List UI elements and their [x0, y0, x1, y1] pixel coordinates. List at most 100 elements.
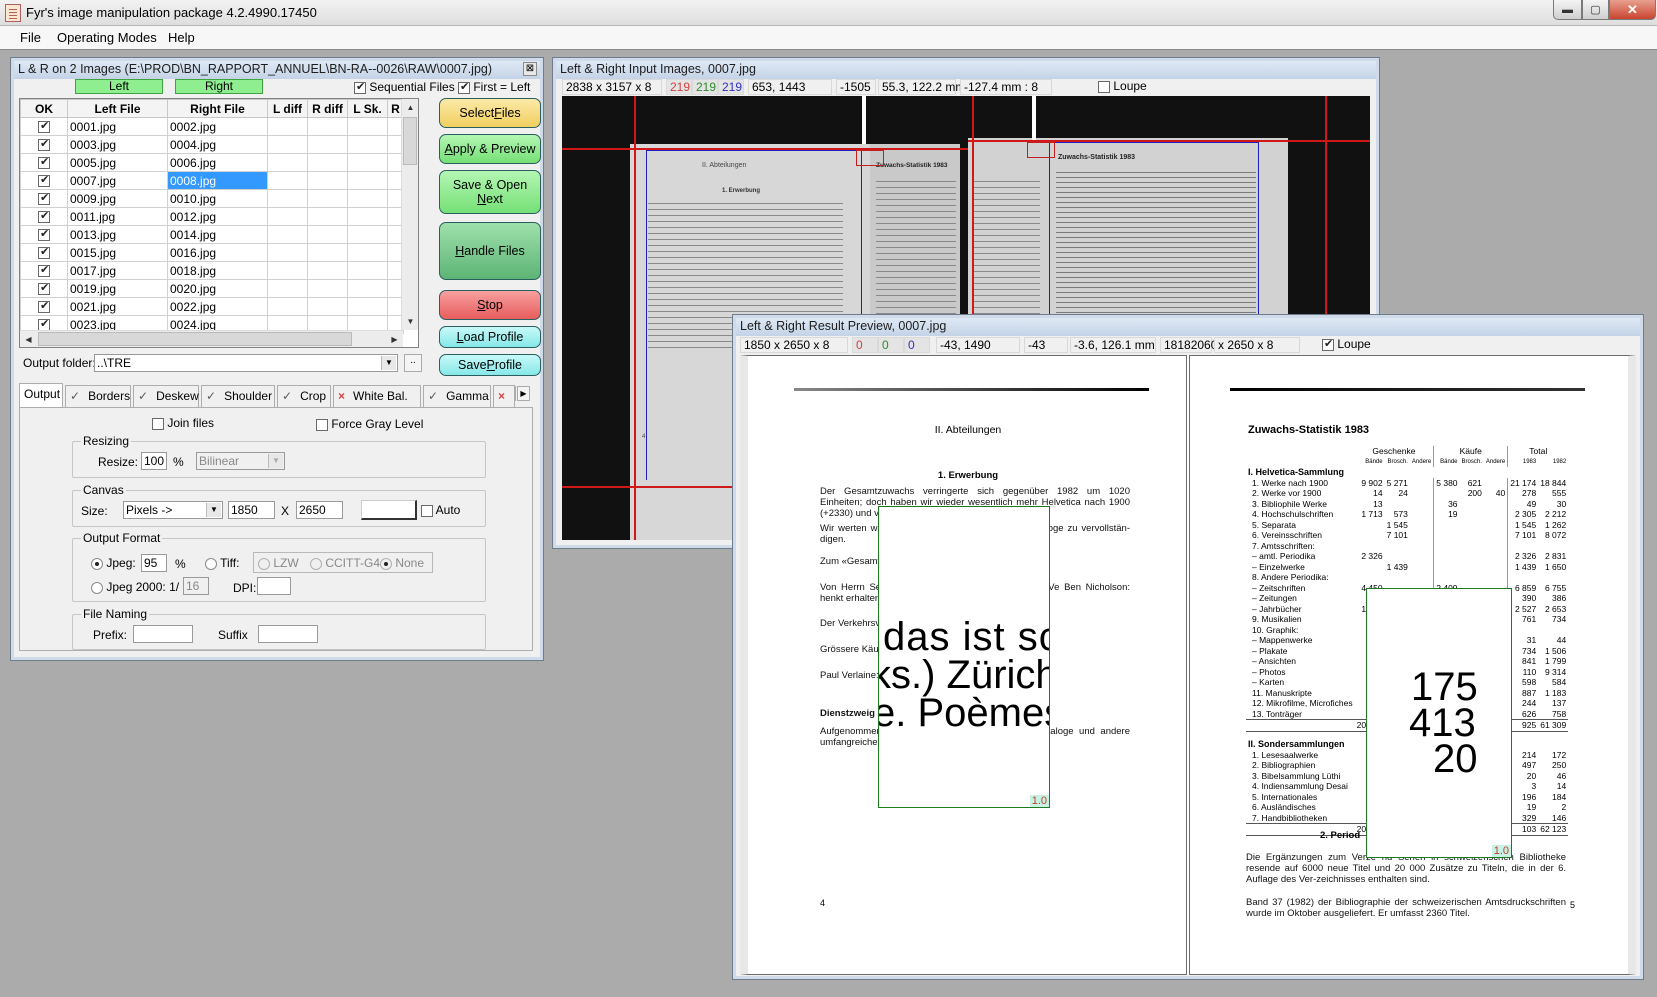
tab-gamma[interactable]: ✓ Gamma	[423, 385, 491, 407]
tiff-lzw-radio[interactable]: LZW	[258, 556, 299, 570]
load-profile-button[interactable]: Load Profile	[439, 326, 541, 348]
ok-cell[interactable]	[20, 171, 68, 190]
col-r-diff[interactable]: R diff	[307, 99, 348, 118]
ok-checkbox[interactable]	[38, 299, 50, 314]
table-row[interactable]: 0007.jpg0008.jpg	[20, 171, 404, 190]
result-loupe-checkbox[interactable]: Loupe	[1322, 337, 1371, 351]
l-diff-cell[interactable]	[267, 153, 308, 172]
l-skew-cell[interactable]	[347, 261, 388, 280]
input-loupe-check[interactable]	[1098, 80, 1110, 93]
l-diff-cell[interactable]	[267, 189, 308, 208]
right-file-cell[interactable]: 0014.jpg	[167, 225, 268, 244]
jpeg-quality-input[interactable]: 95	[141, 554, 167, 572]
canvas-auto-check[interactable]	[421, 504, 433, 517]
handle-files-button[interactable]: Handle Files	[439, 222, 541, 280]
tiff-lzw-dot[interactable]	[258, 557, 270, 570]
jpeg-radio[interactable]: Jpeg:	[91, 556, 136, 570]
l-diff-cell[interactable]	[267, 279, 308, 298]
select-files-button[interactable]: Select Files	[439, 98, 541, 128]
right-file-cell[interactable]: 0018.jpg	[167, 261, 268, 280]
l-diff-cell[interactable]	[267, 207, 308, 226]
left-file-cell[interactable]: 0021.jpg	[67, 297, 168, 316]
right-file-cell[interactable]: 0012.jpg	[167, 207, 268, 226]
resize-method-combo[interactable]: Bilinear ▼	[196, 452, 285, 470]
result-image-canvas[interactable]: II. Abteilungen 1. Erwerbung Der Gesamtz…	[740, 355, 1636, 975]
tiff-none-radio[interactable]: None	[380, 556, 424, 570]
input-loupe-checkbox[interactable]: Loupe	[1098, 79, 1147, 93]
right-file-cell[interactable]: 0002.jpg	[167, 117, 268, 136]
tiff-radio[interactable]: Tiff:	[205, 556, 239, 570]
resize-input[interactable]: 100	[141, 452, 167, 470]
jpeg2000-ratio-input[interactable]: 16	[183, 577, 209, 595]
tiff-none-dot[interactable]	[380, 557, 392, 570]
right-file-cell[interactable]: 0020.jpg	[167, 279, 268, 298]
grid-horizontal-scrollbar[interactable]: ◀ ▶	[20, 330, 403, 347]
ok-cell[interactable]	[20, 207, 68, 226]
l-skew-cell[interactable]	[347, 135, 388, 154]
table-row[interactable]: 0011.jpg0012.jpg	[20, 207, 404, 226]
result-loupe-check[interactable]	[1322, 337, 1334, 351]
panel-close-button[interactable]: ⊠	[523, 62, 537, 76]
first-left-check[interactable]	[458, 80, 470, 94]
dpi-input[interactable]	[257, 577, 291, 595]
l-diff-cell[interactable]	[267, 225, 308, 244]
l-diff-cell[interactable]	[267, 171, 308, 190]
scroll-left-icon[interactable]: ◀	[20, 331, 37, 347]
ok-checkbox[interactable]	[38, 155, 50, 170]
left-loupe[interactable]: das ist sc ks.) Zürich 1 e. Poèmes. 1.0	[878, 506, 1050, 808]
tab-white-bal[interactable]: × White Bal.	[333, 385, 421, 407]
left-file-cell[interactable]: 0011.jpg	[67, 207, 168, 226]
left-file-cell[interactable]: 0013.jpg	[67, 225, 168, 244]
table-row[interactable]: 0001.jpg0002.jpg	[20, 117, 404, 136]
menu-operating-modes[interactable]: Operating Modes	[57, 30, 157, 45]
right-file-cell[interactable]: 0010.jpg	[167, 189, 268, 208]
r-diff-cell[interactable]	[307, 153, 348, 172]
join-files-check[interactable]	[152, 417, 164, 430]
left-file-cell[interactable]: 0007.jpg	[67, 171, 168, 190]
left-file-cell[interactable]: 0015.jpg	[67, 243, 168, 262]
ok-cell[interactable]	[20, 117, 68, 136]
left-file-cell[interactable]: 0009.jpg	[67, 189, 168, 208]
ok-cell[interactable]	[20, 279, 68, 298]
suffix-input[interactable]	[258, 625, 318, 643]
ok-cell[interactable]	[20, 297, 68, 316]
tab-borders[interactable]: ✓ Borders	[65, 385, 131, 407]
close-button[interactable]: ✕	[1609, 0, 1656, 20]
sequential-files-check[interactable]	[354, 80, 366, 94]
left-file-cell[interactable]: 0019.jpg	[67, 279, 168, 298]
table-row[interactable]: 0003.jpg0004.jpg	[20, 135, 404, 154]
join-files-checkbox[interactable]: Join files	[152, 416, 214, 430]
scroll-up-icon[interactable]: ▲	[402, 99, 418, 116]
ok-checkbox[interactable]	[38, 263, 50, 278]
l-skew-cell[interactable]	[347, 279, 388, 298]
right-file-cell[interactable]: 0016.jpg	[167, 243, 268, 262]
tab-deskew[interactable]: ✓ Deskew	[133, 385, 199, 407]
output-folder-combo[interactable]: ..\TRE ▼	[94, 354, 398, 372]
left-file-cell[interactable]: 0003.jpg	[67, 135, 168, 154]
table-row[interactable]: 0013.jpg0014.jpg	[20, 225, 404, 244]
l-skew-cell[interactable]	[347, 189, 388, 208]
table-row[interactable]: 0021.jpg0022.jpg	[20, 297, 404, 316]
ok-cell[interactable]	[20, 225, 68, 244]
tiff-ccitt-radio[interactable]: CCITT-G4	[310, 556, 380, 570]
left-file-cell[interactable]: 0005.jpg	[67, 153, 168, 172]
prefix-input[interactable]	[133, 625, 193, 643]
ok-checkbox[interactable]	[38, 209, 50, 224]
minimize-button[interactable]: ▬	[1553, 0, 1582, 20]
chevron-down-icon[interactable]: ▼	[268, 454, 283, 468]
canvas-width-input[interactable]: 1850	[228, 501, 275, 519]
canvas-color-button[interactable]	[361, 500, 417, 520]
tab-output[interactable]: Output	[19, 383, 63, 407]
col-right-file[interactable]: Right File	[167, 99, 268, 118]
grid-vertical-scrollbar[interactable]: ▲ ▼	[401, 99, 418, 330]
tab-crop[interactable]: ✓ Crop	[277, 385, 331, 407]
l-skew-cell[interactable]	[347, 243, 388, 262]
table-row[interactable]: 0017.jpg0018.jpg	[20, 261, 404, 280]
ok-checkbox[interactable]	[38, 173, 50, 188]
tab-scroll-right-icon[interactable]: ▶	[517, 386, 530, 401]
l-skew-cell[interactable]	[347, 297, 388, 316]
l-skew-cell[interactable]	[347, 171, 388, 190]
r-diff-cell[interactable]	[307, 243, 348, 262]
ok-checkbox[interactable]	[38, 119, 50, 134]
r-diff-cell[interactable]	[307, 207, 348, 226]
